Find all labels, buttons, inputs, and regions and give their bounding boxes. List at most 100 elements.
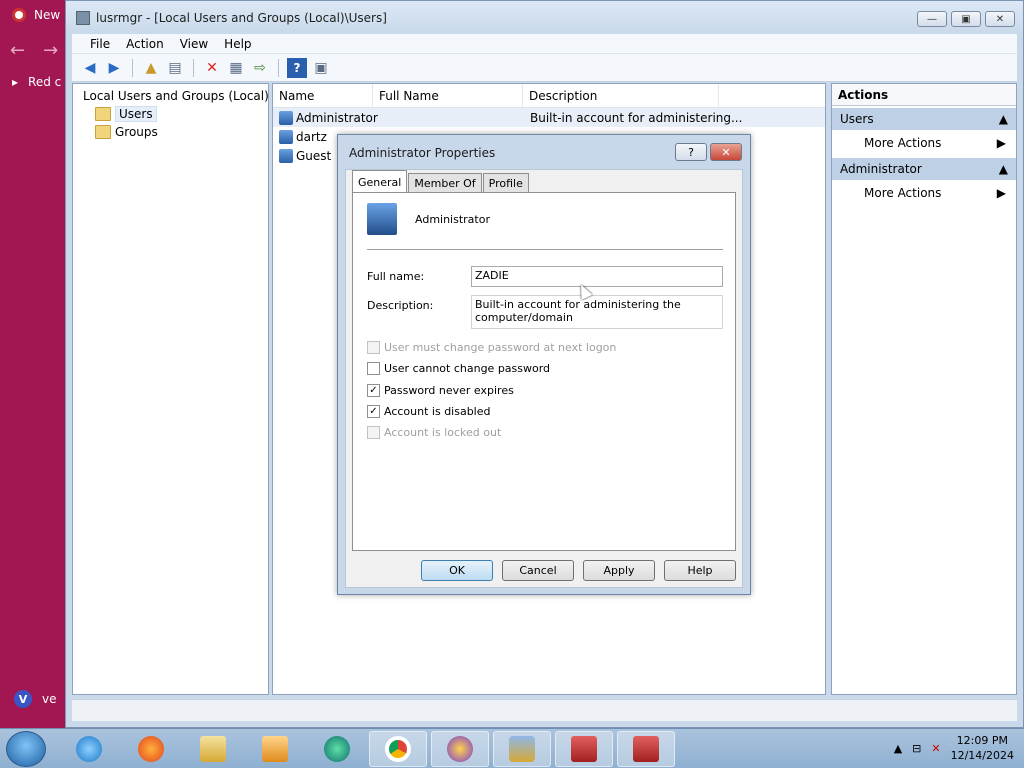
browser-tab[interactable]: New — [12, 8, 60, 22]
forward-arrow-icon[interactable]: → — [43, 40, 58, 61]
delete-icon[interactable]: ✕ — [202, 58, 222, 78]
file-explorer-icon[interactable] — [184, 731, 242, 767]
checkbox-box[interactable] — [367, 341, 380, 354]
help-button[interactable]: Help — [664, 560, 736, 581]
browser-tab-label: New — [34, 8, 61, 22]
apply-button[interactable]: Apply — [583, 560, 655, 581]
start-button[interactable] — [6, 731, 46, 767]
title-bar[interactable]: lusrmgr - [Local Users and Groups (Local… — [66, 1, 1023, 34]
menu-action[interactable]: Action — [118, 37, 172, 51]
dialog-close-button[interactable]: ✕ — [710, 143, 742, 161]
tab-general[interactable]: General — [352, 170, 408, 193]
show-hide-tree-icon[interactable]: ▤ — [165, 58, 185, 78]
forward-icon[interactable]: ▶ — [104, 58, 124, 78]
volume-muted-icon[interactable]: ✕ — [931, 742, 940, 755]
minimize-button[interactable]: — — [917, 11, 947, 27]
tray-expand-icon[interactable]: ▲ — [894, 742, 902, 755]
submenu-arrow-icon: ▶ — [996, 186, 1006, 200]
user-header: Administrator — [367, 203, 490, 235]
full-name-field[interactable]: ZADIE — [471, 266, 723, 287]
row-description: Built-in account for administering... — [530, 110, 743, 125]
row-name: Guest — [296, 148, 332, 163]
section-title: Users — [840, 112, 874, 126]
clock[interactable]: 12:09 PM 12/14/2024 — [951, 733, 1014, 763]
restore-button[interactable]: ▣ — [951, 11, 981, 27]
tree-item-users[interactable]: Users — [73, 105, 268, 123]
tab-member-of[interactable]: Member Of — [408, 173, 482, 193]
column-full-name[interactable]: Full Name — [373, 84, 523, 107]
up-icon[interactable]: ▲ — [141, 58, 161, 78]
toolbar-separator — [132, 58, 133, 77]
tree-item-groups[interactable]: Groups — [73, 123, 268, 141]
status-bar — [72, 699, 1017, 721]
firefox-icon[interactable] — [122, 731, 180, 767]
dialog-body: General Member Of Profile Administrator … — [345, 169, 743, 588]
back-arrow-icon[interactable]: ← — [10, 40, 25, 61]
vpn-icon[interactable] — [431, 731, 489, 767]
toolbar-separator — [278, 58, 279, 77]
user-icon — [279, 129, 293, 144]
bottom-label: ve — [42, 692, 57, 706]
account-disabled-checkbox[interactable]: ✓ Account is disabled — [367, 405, 491, 418]
menu-view[interactable]: View — [172, 37, 216, 51]
network-icon[interactable]: ⊟ — [912, 742, 921, 755]
export-icon[interactable]: ⇨ — [250, 58, 270, 78]
password-never-expires-checkbox[interactable]: ✓ Password never expires — [367, 384, 514, 397]
ok-button[interactable]: OK — [421, 560, 493, 581]
tab-profile[interactable]: Profile — [482, 173, 529, 193]
bookmark-label: Red c — [28, 75, 62, 89]
cannot-change-password-checkbox[interactable]: User cannot change password — [367, 362, 550, 375]
checkbox-label: User must change password at next logon — [384, 341, 617, 354]
bookmark-item[interactable]: ▸ Red c — [12, 75, 61, 89]
account-locked-out-checkbox[interactable]: Account is locked out — [367, 426, 501, 439]
edge-icon[interactable] — [308, 731, 366, 767]
browser-bottom-item[interactable]: V ve — [14, 690, 56, 708]
more-actions-users[interactable]: More Actions ▶ — [832, 130, 1016, 156]
list-row-administrator[interactable]: Administrator Built-in account for admin… — [273, 108, 825, 127]
toolbox-icon[interactable] — [617, 731, 675, 767]
menu-help[interactable]: Help — [216, 37, 259, 51]
tab-strip: General Member Of Profile — [352, 170, 530, 193]
menu-bar: File Action View Help — [72, 34, 1017, 54]
back-icon[interactable]: ◀ — [80, 58, 100, 78]
checkbox-box[interactable] — [367, 426, 380, 439]
cancel-button[interactable]: Cancel — [502, 560, 574, 581]
actions-pane: Actions Users ▲ More Actions ▶ Administr… — [831, 83, 1017, 695]
checkbox-box[interactable]: ✓ — [367, 384, 380, 397]
row-name: dartz — [296, 129, 327, 144]
properties-icon[interactable]: ▦ — [226, 58, 246, 78]
background-browser: New ← → ▸ Red c V ve — [0, 0, 70, 728]
column-name[interactable]: Name — [273, 84, 373, 107]
checkbox-box[interactable]: ✓ — [367, 405, 380, 418]
checkbox-label: Password never expires — [384, 384, 514, 397]
internet-explorer-icon[interactable] — [60, 731, 118, 767]
clock-time: 12:09 PM — [956, 734, 1008, 747]
help-icon[interactable]: ? — [287, 57, 307, 78]
collapse-icon[interactable]: ▲ — [999, 112, 1008, 126]
more-actions-administrator[interactable]: More Actions ▶ — [832, 180, 1016, 206]
actions-section-administrator[interactable]: Administrator ▲ — [832, 158, 1016, 180]
column-description[interactable]: Description — [523, 84, 719, 107]
media-player-icon[interactable] — [246, 731, 304, 767]
menu-file[interactable]: File — [82, 37, 118, 51]
divider — [367, 249, 723, 250]
user-accounts-icon[interactable] — [493, 731, 551, 767]
collapse-icon[interactable]: ▲ — [999, 162, 1008, 176]
system-tray: ▲ ⊟ ✕ 12:09 PM 12/14/2024 — [894, 733, 1014, 763]
tree-root[interactable]: Local Users and Groups (Local) — [73, 87, 269, 105]
section-title: Administrator — [840, 162, 922, 176]
list-header: Name Full Name Description — [273, 84, 825, 108]
actions-section-users[interactable]: Users ▲ — [832, 108, 1016, 130]
toolbox-icon[interactable] — [555, 731, 613, 767]
user-icon — [279, 110, 293, 125]
tree-item-label: Groups — [115, 125, 158, 139]
must-change-password-checkbox[interactable]: User must change password at next logon — [367, 341, 616, 354]
console-icon[interactable]: ▣ — [311, 58, 331, 78]
browser-nav: ← → — [10, 40, 58, 61]
actions-header: Actions — [832, 84, 1016, 106]
chrome-icon[interactable] — [369, 731, 427, 767]
description-field[interactable]: Built-in account for administering the c… — [471, 295, 723, 329]
dialog-help-button[interactable]: ? — [675, 143, 707, 161]
close-button[interactable]: ✕ — [985, 11, 1015, 27]
checkbox-box[interactable] — [367, 362, 380, 375]
